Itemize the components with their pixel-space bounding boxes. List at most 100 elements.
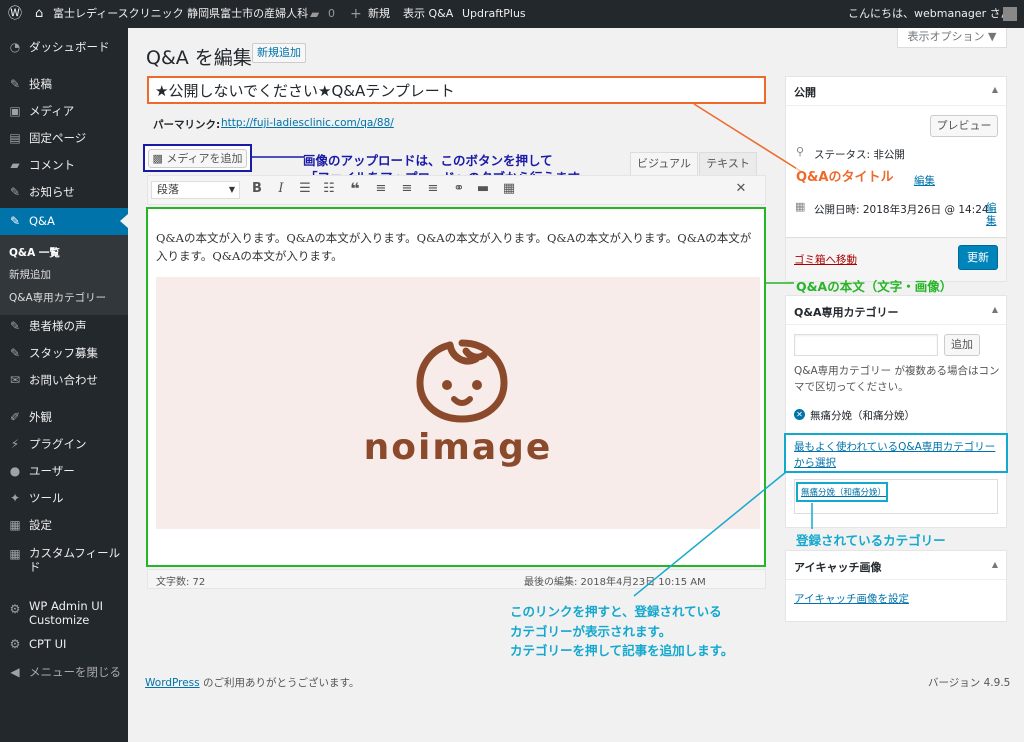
brush-icon: ✐ bbox=[9, 410, 21, 424]
sidebar-item-voices[interactable]: ✎ 患者様の声 bbox=[0, 313, 128, 340]
collapse-up-icon[interactable]: ▲ bbox=[992, 305, 998, 314]
choose-popular-link[interactable]: 最もよく使われているQ&A専用カテゴリーから選択 bbox=[794, 439, 999, 471]
sidebar-item-recruit[interactable]: ✎ スタッフ募集 bbox=[0, 340, 128, 367]
comments-icon[interactable]: ▰ bbox=[310, 0, 319, 28]
sidebar-item-settings[interactable]: ▦ 設定 bbox=[0, 512, 128, 539]
category-help: Q&A専用カテゴリー が複数ある場合はコンマで区切ってください。 bbox=[794, 365, 1000, 393]
sidebar-item-media[interactable]: ▣ メディア bbox=[0, 98, 128, 125]
baby-face-icon bbox=[416, 339, 508, 423]
updraftplus-link[interactable]: UpdraftPlus bbox=[462, 0, 526, 28]
plugin-icon: ⚡ bbox=[10, 437, 20, 451]
annotation-body-connector bbox=[766, 282, 794, 284]
sidebar-item-custom-fields[interactable]: ▦ カスタムフィールド bbox=[0, 541, 128, 577]
wordpress-link[interactable]: WordPress bbox=[145, 677, 200, 689]
sidebar-item-admin-ui[interactable]: ⚙ WP Admin UI Customize bbox=[0, 596, 128, 630]
align-left-icon[interactable]: ≡ bbox=[372, 180, 390, 198]
collapse-menu[interactable]: ◀ メニューを閉じる bbox=[0, 659, 128, 686]
footer-thanks: WordPress のご利用ありがとうございます。 bbox=[145, 677, 360, 689]
sidebar-item-qa[interactable]: ✎ Q&A bbox=[0, 208, 128, 235]
screen-options-button[interactable]: 表示オプション ▼ bbox=[897, 28, 1007, 48]
wrench-icon: ✦ bbox=[9, 491, 21, 505]
eyecatch-heading: アイキャッチ画像 bbox=[794, 561, 882, 574]
toolbar-toggle-icon[interactable]: ▦ bbox=[500, 180, 518, 198]
numbered-list-icon[interactable]: ☷ bbox=[320, 180, 338, 198]
comment-icon: ▰ bbox=[10, 158, 20, 172]
italic-icon[interactable]: I bbox=[272, 180, 290, 198]
add-media-button[interactable]: ▩ メディアを追加 bbox=[148, 149, 247, 168]
align-right-icon[interactable]: ≡ bbox=[424, 180, 442, 198]
sidebar-item-dashboard[interactable]: ◔ ダッシュボード bbox=[0, 34, 128, 61]
set-eyecatch-link[interactable]: アイキャッチ画像を設定 bbox=[794, 591, 909, 606]
sidebar-item-comments[interactable]: ▰ コメント bbox=[0, 152, 128, 179]
submenu-add-new[interactable]: 新規追加 bbox=[9, 267, 51, 282]
trash-link[interactable]: ゴミ箱へ移動 bbox=[794, 252, 857, 267]
annotation-registered: 登録されているカテゴリー bbox=[796, 533, 946, 548]
sidebar-item-plugins[interactable]: ⚡ プラグイン bbox=[0, 431, 128, 458]
sidebar-item-users[interactable]: ● ユーザー bbox=[0, 458, 128, 485]
update-button[interactable]: 更新 bbox=[958, 245, 998, 270]
fullscreen-icon[interactable]: ✕ bbox=[732, 180, 750, 198]
format-select[interactable]: 段落 ▼ bbox=[151, 181, 240, 199]
sidebar-item-pages[interactable]: ▤ 固定ページ bbox=[0, 125, 128, 152]
comments-count[interactable]: 0 bbox=[328, 0, 335, 28]
admin-bar: Ⓦ ⌂ 富士レディースクリニック 静岡県富士市の産婦人科 ▰ 0 + 新規 表示… bbox=[0, 0, 1024, 28]
sidebar-item-contact[interactable]: ✉ お問い合わせ bbox=[0, 367, 128, 394]
annotation-link-line-1: このリンクを押すと、登録されている bbox=[510, 604, 722, 619]
date-edit-link[interactable]: 編集 bbox=[986, 202, 1000, 228]
grid-icon: ▦ bbox=[9, 547, 21, 561]
preview-button[interactable]: プレビュー bbox=[930, 115, 998, 137]
annotation-link-connector bbox=[633, 471, 787, 597]
submenu-qa-category[interactable]: Q&A専用カテゴリー bbox=[9, 290, 106, 305]
add-new-button[interactable]: 新規追加 bbox=[252, 43, 306, 63]
popular-tag-link[interactable]: 無痛分娩（和痛分娩） bbox=[801, 486, 886, 498]
bullet-list-icon[interactable]: ☰ bbox=[296, 180, 314, 198]
link-icon[interactable]: ⚭ bbox=[450, 180, 468, 198]
sidebar-item-tools[interactable]: ✦ ツール bbox=[0, 485, 128, 512]
sidebar-item-posts[interactable]: ✎ 投稿 bbox=[0, 71, 128, 98]
annotation-body: Q&Aの本文（文字・画像） bbox=[796, 279, 953, 294]
page-title: Q&A を編集 bbox=[146, 47, 252, 69]
category-input[interactable] bbox=[794, 334, 938, 356]
post-title-input[interactable]: ★公開しないでください★Q&Aテンプレート bbox=[147, 76, 766, 104]
annotation-title-connector bbox=[693, 103, 803, 173]
permalink-link[interactable]: http://fuji-ladiesclinic.com/qa/88/ bbox=[221, 117, 394, 129]
sidebar-item-cpt-ui[interactable]: ⚙ CPT UI bbox=[0, 631, 128, 658]
bold-icon[interactable]: B bbox=[248, 180, 266, 198]
collapse-icon: ◀ bbox=[10, 665, 20, 679]
submenu-qa-list[interactable]: Q&A 一覧 bbox=[9, 245, 60, 260]
qa-submenu: Q&A 一覧 新規追加 Q&A専用カテゴリー bbox=[0, 235, 128, 315]
category-add-button[interactable]: 追加 bbox=[944, 334, 980, 356]
divider bbox=[786, 579, 1006, 580]
category-tag: 無痛分娩（和痛分娩） bbox=[810, 410, 915, 422]
gear-icon: ⚙ bbox=[9, 602, 21, 616]
collapse-up-icon[interactable]: ▲ bbox=[992, 560, 998, 569]
permalink-label: パーマリンク: bbox=[153, 119, 221, 131]
add-media-highlight: ▩ メディアを追加 bbox=[143, 144, 252, 172]
plus-icon[interactable]: + bbox=[350, 0, 362, 28]
word-count: 文字数: 72 bbox=[156, 577, 206, 588]
collapse-up-icon[interactable]: ▲ bbox=[992, 85, 998, 94]
divider bbox=[786, 324, 1006, 325]
view-qa-link[interactable]: 表示 Q&A bbox=[403, 0, 453, 28]
page-icon: ▤ bbox=[9, 131, 21, 145]
new-content-link[interactable]: 新規 bbox=[368, 0, 390, 28]
read-more-icon[interactable]: ▬ bbox=[474, 180, 492, 198]
site-name-link[interactable]: 富士レディースクリニック 静岡県富士市の産婦人科 bbox=[53, 0, 308, 28]
sidebar-item-news[interactable]: ✎ お知らせ bbox=[0, 179, 128, 206]
annotation-link-line-3: カテゴリーを押して記事を追加します。 bbox=[510, 643, 734, 658]
admin-sidebar: ◔ ダッシュボード ✎ 投稿 ▣ メディア ▤ 固定ページ ▰ コメント ✎ お知らせ ✎ Q… bbox=[0, 28, 128, 742]
avatar[interactable] bbox=[1003, 7, 1017, 21]
remove-tag-icon[interactable]: ✕ bbox=[794, 409, 805, 420]
tab-visual[interactable]: ビジュアル bbox=[630, 152, 698, 175]
sidebar-item-appearance[interactable]: ✐ 外観 bbox=[0, 404, 128, 431]
blockquote-icon[interactable]: ❝ bbox=[346, 180, 364, 198]
status-text: ステータス: 非公開 bbox=[814, 149, 905, 161]
account-greeting[interactable]: こんにちは、webmanager さん bbox=[848, 0, 1012, 28]
home-icon[interactable]: ⌂ bbox=[35, 0, 43, 28]
active-arrow bbox=[120, 214, 128, 228]
status-edit-link[interactable]: 編集 bbox=[914, 173, 935, 188]
wordpress-logo-icon[interactable]: Ⓦ bbox=[8, 0, 22, 28]
settings-icon: ▦ bbox=[9, 518, 21, 532]
align-center-icon[interactable]: ≡ bbox=[398, 180, 416, 198]
pin-icon: ✎ bbox=[9, 185, 21, 199]
